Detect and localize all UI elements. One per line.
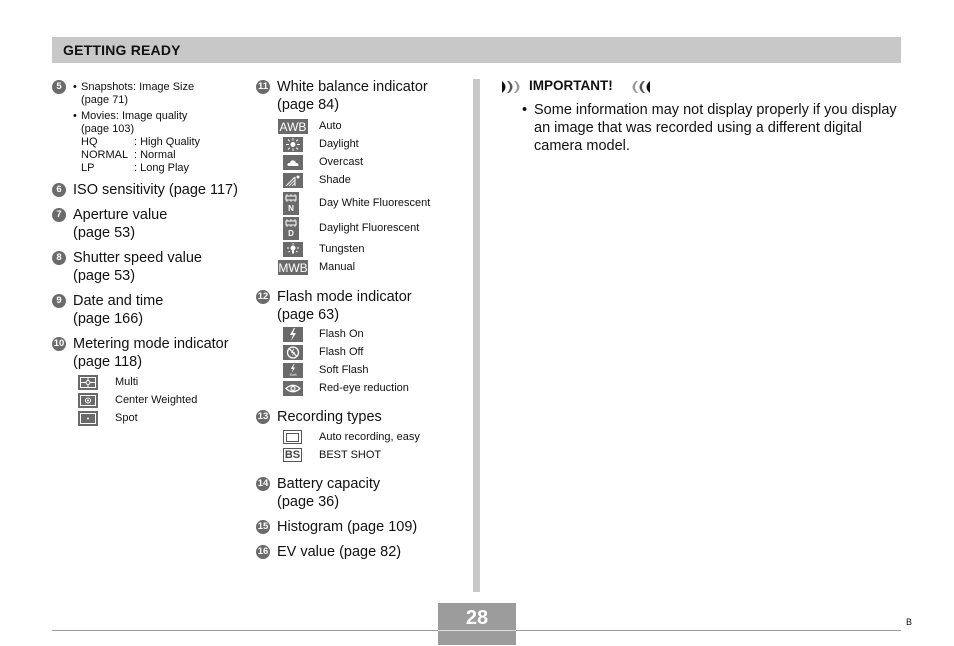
arrows-right-icon bbox=[502, 80, 526, 98]
metering-mode-label: Center Weighted bbox=[115, 394, 198, 406]
flash-mode-label: Soft Flash bbox=[319, 364, 369, 376]
day-white-fluorescent-icon: N bbox=[283, 192, 299, 215]
item-label: Shutter speed value bbox=[73, 250, 202, 266]
number-badge: 13 bbox=[256, 410, 270, 424]
wb-mode-label: Auto bbox=[319, 120, 342, 132]
number-badge: 5 bbox=[52, 80, 66, 94]
metering-mode-label: Spot bbox=[115, 412, 138, 424]
item-page-ref: (page 53) bbox=[73, 268, 136, 284]
flash-mode-label: Flash On bbox=[319, 328, 364, 340]
number-badge: 7 bbox=[52, 208, 66, 222]
mwb-icon: MWB bbox=[278, 260, 308, 275]
item-page-ref: (page 166) bbox=[73, 311, 144, 327]
awb-icon: AWB bbox=[278, 119, 308, 134]
number-badge: 12 bbox=[256, 290, 270, 304]
section-title: GETTING READY bbox=[63, 42, 181, 58]
item-page-ref: (page 84) bbox=[277, 97, 340, 113]
metering-mode-label: Multi bbox=[115, 376, 139, 388]
item-label: EV value (page 82) bbox=[277, 544, 402, 560]
wb-mode-label: Manual bbox=[319, 261, 356, 273]
tungsten-icon bbox=[283, 242, 303, 257]
overcast-icon bbox=[283, 155, 303, 170]
page-number: 28 bbox=[465, 607, 489, 629]
center-weighted-metering-icon bbox=[78, 393, 98, 408]
number-badge: 9 bbox=[52, 294, 66, 308]
number-badge: 8 bbox=[52, 251, 66, 265]
number-badge: 16 bbox=[256, 545, 270, 559]
corner-letter: B bbox=[906, 617, 913, 627]
wb-mode-label: Daylight bbox=[319, 138, 359, 150]
important-text: • Some information may not display prope… bbox=[522, 102, 897, 154]
item-page-ref: (page 36) bbox=[277, 494, 340, 510]
red-eye-icon bbox=[283, 381, 303, 396]
auto-recording-icon bbox=[283, 430, 302, 444]
number-badge: 6 bbox=[52, 183, 66, 197]
number-badge: 11 bbox=[256, 80, 270, 94]
item-label: Battery capacity bbox=[277, 476, 381, 492]
recording-type-label: Auto recording, easy bbox=[319, 431, 420, 443]
daylight-fluorescent-icon: D bbox=[283, 217, 299, 240]
flash-mode-label: Flash Off bbox=[319, 346, 364, 358]
item-label: White balance indicator bbox=[277, 79, 428, 95]
item-label: Recording types bbox=[277, 409, 382, 425]
wb-mode-label: Daylight Fluorescent bbox=[319, 222, 420, 234]
item-label: Flash mode indicator bbox=[277, 289, 412, 305]
wb-mode-label: Shade bbox=[319, 174, 351, 186]
item-page-ref: (page 63) bbox=[277, 307, 340, 323]
item-page-ref: (page 53) bbox=[73, 225, 136, 241]
number-badge: 14 bbox=[256, 477, 270, 491]
daylight-icon bbox=[283, 137, 303, 152]
item-label: Aperture value bbox=[73, 207, 168, 223]
flash-off-icon bbox=[283, 345, 303, 360]
arrows-left-icon bbox=[626, 80, 650, 98]
item-page-ref: (page 118) bbox=[73, 354, 143, 370]
section-header: GETTING READY bbox=[52, 37, 901, 63]
best-shot-icon: BS bbox=[283, 448, 302, 462]
column-divider bbox=[473, 79, 480, 592]
shade-icon bbox=[283, 173, 303, 188]
number-badge: 10 bbox=[52, 337, 66, 351]
flash-mode-label: Red-eye reduction bbox=[319, 382, 409, 394]
wb-mode-label: Day White Fluorescent bbox=[319, 197, 431, 209]
wb-mode-label: Tungsten bbox=[319, 243, 365, 255]
item-label: Metering mode indicator bbox=[73, 336, 229, 352]
spot-metering-icon bbox=[78, 411, 98, 426]
footer-rule-inner bbox=[438, 630, 516, 631]
multi-metering-icon bbox=[78, 375, 98, 390]
recording-type-label: BEST SHOT bbox=[319, 449, 382, 461]
item-label: ISO sensitivity (page 117) bbox=[73, 182, 238, 198]
wb-mode-label: Overcast bbox=[319, 156, 364, 168]
important-title: IMPORTANT! bbox=[529, 78, 613, 93]
soft-flash-icon: Soft bbox=[283, 363, 303, 378]
page-number-box: 28 bbox=[438, 603, 516, 645]
flash-on-icon bbox=[283, 327, 303, 342]
number-badge: 15 bbox=[256, 520, 270, 534]
item-label: Date and time bbox=[73, 293, 164, 309]
item-label: Histogram (page 109) bbox=[277, 519, 418, 535]
